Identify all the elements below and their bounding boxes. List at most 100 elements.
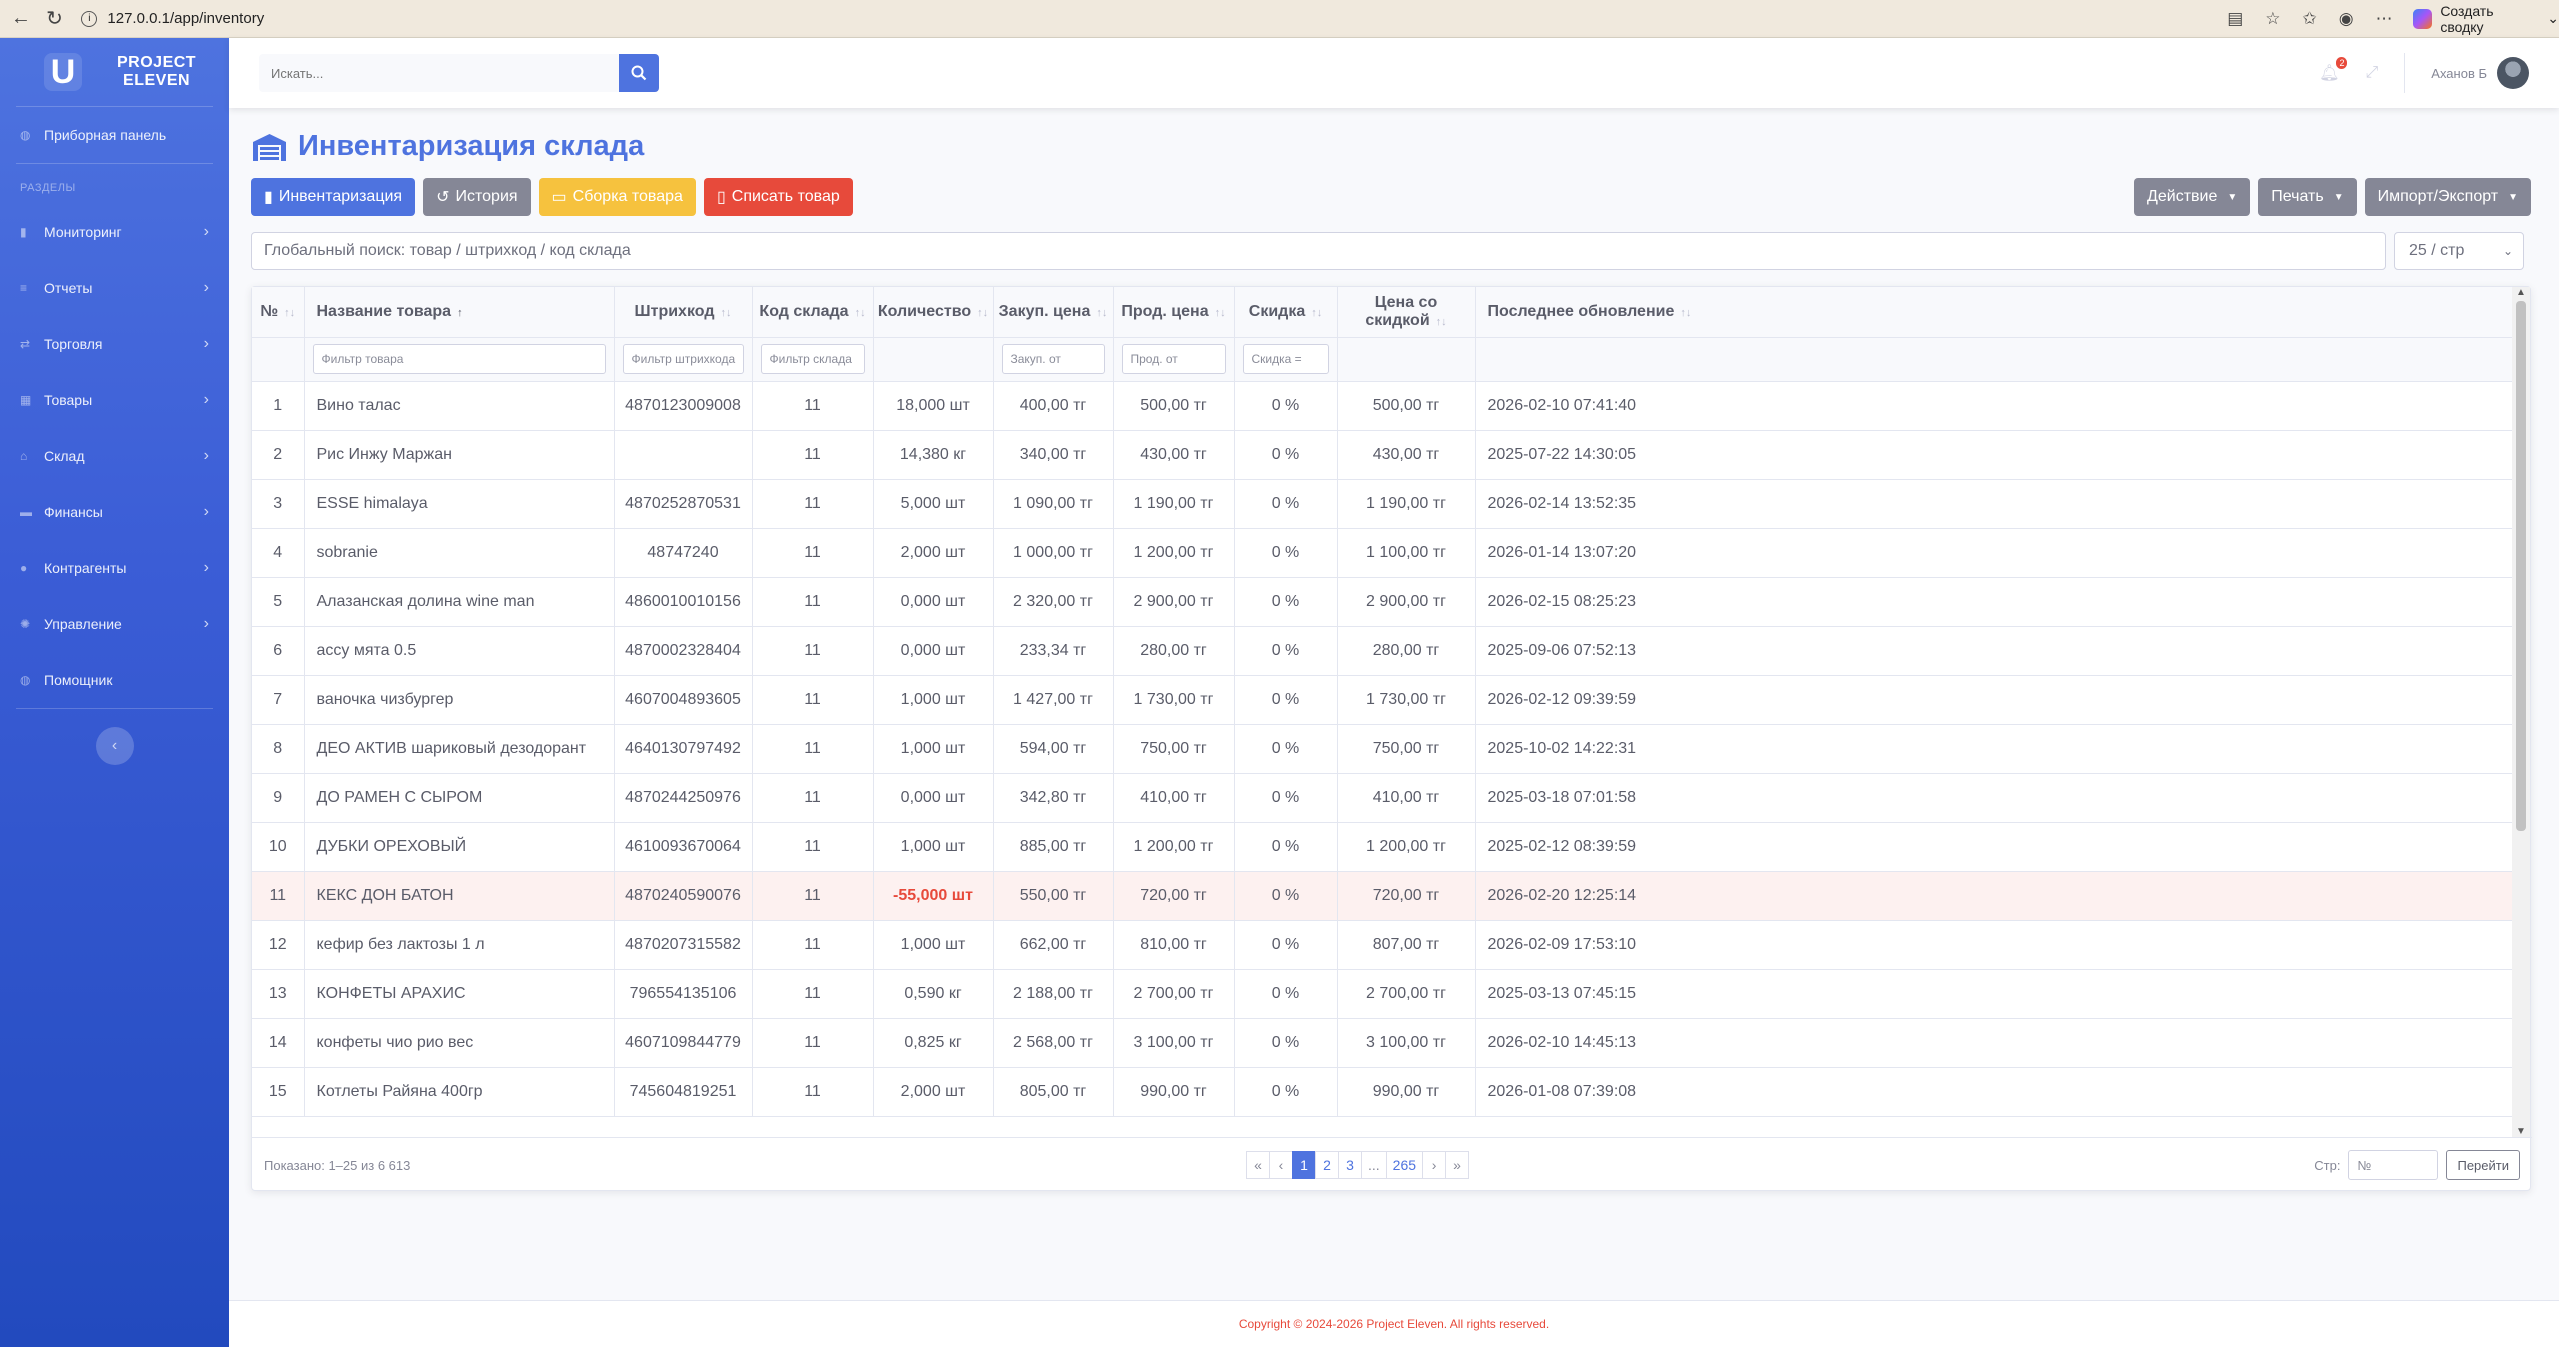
brand-name: PROJECT ELEVEN	[117, 54, 196, 90]
sidebar-item-warehouse[interactable]: ⌂ Склад ›	[0, 428, 229, 484]
warehouse-filter-input[interactable]: Фильтр склада	[760, 344, 865, 374]
address-bar[interactable]: i 127.0.0.1/app/inventory	[81, 5, 2227, 33]
page-link[interactable]: ›	[1422, 1151, 1447, 1179]
page-link[interactable]: 2	[1315, 1151, 1339, 1179]
copilot-summary-button[interactable]: Создать сводку ⌄	[2412, 3, 2559, 35]
table-row[interactable]: 11 КЕКС ДОН БАТОН 4870240590076 11 -55,000 ш…	[252, 871, 2514, 921]
warehouse-icon: ⌂	[20, 449, 28, 463]
scroll-down-icon[interactable]: ▼	[2512, 1126, 2530, 1137]
brand[interactable]: U PROJECT ELEVEN	[0, 38, 229, 106]
import-export-dropdown-button[interactable]: Импорт/Экспорт ▼	[2364, 178, 2531, 216]
sidebar-item-management[interactable]: ✺ Управление ›	[0, 596, 229, 652]
back-icon[interactable]: ←	[8, 6, 34, 32]
product-filter-input[interactable]: Фильтр товара	[312, 344, 606, 374]
table-row[interactable]: 12 кефир без лактозы 1 л 4870207315582 11 1,…	[252, 920, 2514, 970]
col-header-barcode[interactable]: Штрихкод ↑↓	[614, 287, 753, 338]
assembly-button[interactable]: ▭ Сборка товара	[538, 178, 696, 216]
col-header-discounted-price[interactable]: Цена со скидкой ↑↓	[1337, 287, 1476, 338]
search-icon	[631, 65, 647, 81]
barcode-filter-input[interactable]: Фильтр штрихкода	[622, 344, 744, 374]
page-link[interactable]: ...	[1361, 1151, 1387, 1179]
scroll-up-icon[interactable]: ▲	[2512, 287, 2530, 298]
page-link[interactable]: ‹	[1269, 1151, 1293, 1179]
cell-discount: 0 %	[1234, 920, 1338, 970]
per-page-select[interactable]: 25 / стр ⌄	[2394, 232, 2524, 270]
page-link[interactable]: 265	[1385, 1151, 1424, 1179]
table-row[interactable]: 4 sobranie 48747240 11 2,000 шт 1 000,00 тг 1 …	[252, 528, 2514, 578]
col-header-name[interactable]: Название товара ↑	[304, 287, 615, 338]
table-row[interactable]: 2 Рис Инжу Маржан 11 14,380 кг 340,00 тг 430,…	[252, 430, 2514, 480]
sidebar-item-finance[interactable]: ▬ Финансы ›	[0, 484, 229, 540]
notifications-button[interactable]: 🔔︎ 2	[2319, 57, 2348, 83]
fullscreen-icon[interactable]: ⤢	[2365, 64, 2378, 82]
table-row[interactable]: 14 конфеты чио рио вес 4607109844779 11 0,82…	[252, 1018, 2514, 1068]
exchange-icon: ⇄	[20, 337, 31, 351]
cell-number: 8	[252, 724, 305, 774]
cell-barcode: 796554135106	[614, 969, 753, 1019]
cell-warehouse-code: 11	[752, 430, 874, 480]
col-header-last-update[interactable]: Последнее обновление ↑↓	[1475, 287, 2514, 338]
col-header-quantity[interactable]: Количество ↑↓	[873, 287, 994, 338]
col-header-discount[interactable]: Скидка ↑↓	[1234, 287, 1338, 338]
page-link[interactable]: 1	[1292, 1151, 1316, 1179]
table-row[interactable]: 13 КОНФЕТЫ АРАХИС 796554135106 11 0,590 кг 2 …	[252, 969, 2514, 1019]
avatar[interactable]	[2497, 57, 2529, 89]
table-row[interactable]: 5 Алазанская долина wine man 4860010010156…	[252, 577, 2514, 627]
profile-icon[interactable]: ◉	[2339, 9, 2354, 29]
user-name[interactable]: Аханов Б	[2431, 66, 2487, 81]
page-link[interactable]: 3	[1338, 1151, 1362, 1179]
sidebar-item-counterparties[interactable]: ● Контрагенты ›	[0, 540, 229, 596]
cell-sale-price: 720,00 тг	[1113, 871, 1235, 921]
purchase-price-filter-input[interactable]: Закуп. от	[1001, 344, 1105, 374]
search-input[interactable]	[259, 54, 619, 92]
table-row[interactable]: 1 Вино талас 4870123009008 11 18,000 шт 400,0…	[252, 381, 2514, 431]
sidebar-item-trade[interactable]: ⇄ Торговля ›	[0, 316, 229, 372]
action-dropdown-button[interactable]: Действие ▼	[2134, 178, 2251, 216]
table-scrollbar[interactable]: ▲ ▼	[2512, 287, 2530, 1137]
scrollbar-thumb[interactable]	[2516, 301, 2526, 831]
reload-icon[interactable]: ↻	[42, 6, 68, 32]
cell-number: 12	[252, 920, 305, 970]
writeoff-button[interactable]: ▯ Списать товар	[703, 178, 853, 216]
sidebar-item-products[interactable]: ▦ Товары ›	[0, 372, 229, 428]
site-info-icon[interactable]: i	[81, 10, 98, 27]
col-header-purchase-price[interactable]: Закуп. цена ↑↓	[993, 287, 1114, 338]
go-button[interactable]: Перейти	[2446, 1150, 2520, 1180]
page-number-input[interactable]: №	[2348, 1150, 2439, 1180]
history-button[interactable]: ↺ История	[423, 178, 531, 216]
more-menu-icon[interactable]: ⋯	[2376, 9, 2393, 29]
inventory-button[interactable]: ▮ Инвентаризация	[251, 178, 416, 216]
favorite-star-icon[interactable]: ☆	[2265, 9, 2280, 29]
favorites-bar-icon[interactable]: ✩	[2303, 9, 2317, 29]
table-row[interactable]: 6 ассу мята 0.5 4870002328404 11 0,000 шт 233…	[252, 626, 2514, 676]
sale-price-filter-input[interactable]: Прод. от	[1121, 344, 1226, 374]
col-header-warehouse-code[interactable]: Код склада ↑↓	[752, 287, 874, 338]
page-link[interactable]: »	[1445, 1151, 1470, 1179]
table-row[interactable]: 8 ДЕО АКТИВ шариковый дезодорант 464013079…	[252, 724, 2514, 774]
search-button[interactable]	[619, 54, 659, 92]
global-search-input[interactable]: Глобальный поиск: товар / штрихкод / код…	[251, 232, 2386, 270]
cell-discount: 0 %	[1234, 675, 1338, 725]
discount-filter-input[interactable]: Скидка =	[1242, 344, 1329, 374]
cell-discount: 0 %	[1234, 871, 1338, 921]
table-row[interactable]: 9 ДО РАМЕН С СЫРОМ 4870244250976 11 0,000 шт…	[252, 773, 2514, 823]
cell-purchase-price: 1 000,00 тг	[993, 528, 1114, 578]
col-header-number[interactable]: № ↑↓	[252, 287, 305, 338]
global-search-placeholder: Глобальный поиск: товар / штрихкод / код…	[264, 242, 631, 259]
table-row[interactable]: 10 ДУБКИ ОРЕХОВЫЙ 4610093670064 11 1,000 шт 8…	[252, 822, 2514, 872]
table-row[interactable]: 3 ESSE himalaya 4870252870531 11 5,000 шт 1 0…	[252, 479, 2514, 529]
reader-mode-icon[interactable]: ▤	[2227, 9, 2243, 29]
sidebar-item-dashboard[interactable]: ◍ Приборная панель	[0, 107, 229, 163]
sidebar-item-assistant[interactable]: ◍ Помощник	[0, 652, 229, 708]
import-export-dropdown-label: Импорт/Экспорт	[2377, 188, 2499, 205]
col-header-sale-price[interactable]: Прод. цена ↑↓	[1113, 287, 1235, 338]
page-link[interactable]: «	[1246, 1151, 1270, 1179]
table-row[interactable]: 15 Котлеты Райяна 400гр 745604819251 11 2,00…	[252, 1067, 2514, 1117]
sidebar-toggle-button[interactable]: ‹	[95, 727, 134, 765]
page-title-text: Инвентаризация склада	[298, 130, 645, 162]
table-scroll-area[interactable]: № ↑↓ Название товара ↑ Штрихкод ↑↓ Код скла…	[252, 287, 2514, 1137]
sidebar-item-monitoring[interactable]: ▮ Мониторинг ›	[0, 204, 229, 260]
print-dropdown-button[interactable]: Печать ▼	[2258, 178, 2357, 216]
table-row[interactable]: 7 ваночка чизбургер 4607004893605 11 1,000 ш…	[252, 675, 2514, 725]
sidebar-item-reports[interactable]: ≡ Отчеты ›	[0, 260, 229, 316]
